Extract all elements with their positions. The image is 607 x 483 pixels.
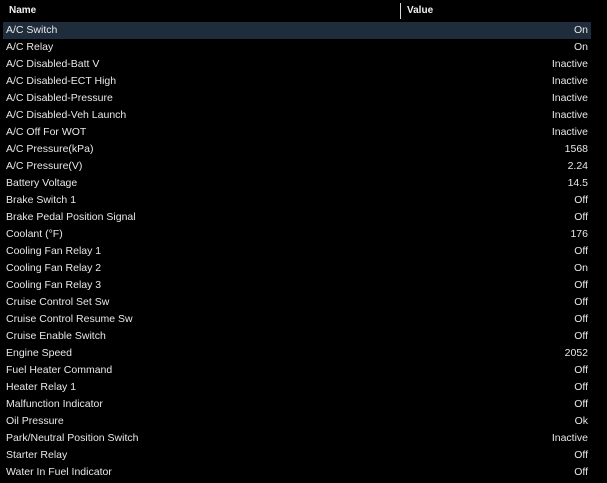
table-row[interactable]: Heater Relay 1 Off xyxy=(3,379,591,396)
table-row[interactable]: Coolant (°F) 176 xyxy=(3,226,591,243)
table-row[interactable]: Oil Pressure Ok xyxy=(3,413,591,430)
row-value: Inactive xyxy=(551,58,588,70)
row-name: A/C Pressure(kPa) xyxy=(6,143,94,155)
row-value: Inactive xyxy=(551,109,588,121)
row-value: 14.5 xyxy=(567,177,588,189)
row-name: A/C Disabled-Veh Launch xyxy=(6,109,127,121)
table-row[interactable]: Cooling Fan Relay 1 Off xyxy=(3,243,591,260)
row-name: Cooling Fan Relay 2 xyxy=(6,262,102,274)
table-row[interactable]: Battery Voltage 14.5 xyxy=(3,175,591,192)
row-name: Malfunction Indicator xyxy=(6,398,103,410)
row-value: Ok xyxy=(574,415,588,427)
row-value: 1568 xyxy=(564,143,588,155)
table-row[interactable]: A/C Disabled-Batt V Inactive xyxy=(3,56,591,73)
row-name: A/C Disabled-Pressure xyxy=(6,92,113,104)
row-value: Off xyxy=(574,466,588,478)
table-row[interactable]: Cooling Fan Relay 3 Off xyxy=(3,277,591,294)
row-value: Inactive xyxy=(551,126,588,138)
row-value: Inactive xyxy=(551,75,588,87)
row-name: Brake Pedal Position Signal xyxy=(6,211,136,223)
row-value: On xyxy=(573,262,588,274)
row-value: Off xyxy=(574,381,588,393)
row-name: A/C Off For WOT xyxy=(6,126,87,138)
column-divider[interactable] xyxy=(400,3,401,19)
table-row[interactable]: A/C Pressure(V) 2.24 xyxy=(3,158,591,175)
table-row[interactable]: A/C Switch On xyxy=(3,22,591,39)
row-value: 2052 xyxy=(564,347,588,359)
row-name: Heater Relay 1 xyxy=(6,381,77,393)
row-name: Engine Speed xyxy=(6,347,72,359)
table-row[interactable]: A/C Off For WOT Inactive xyxy=(3,124,591,141)
row-name: Starter Relay xyxy=(6,449,68,461)
row-name: Water In Fuel Indicator xyxy=(6,466,112,478)
row-value: Off xyxy=(574,245,588,257)
table-row[interactable]: Malfunction Indicator Off xyxy=(3,396,591,413)
name-column-header[interactable]: Name xyxy=(9,5,36,16)
table-row[interactable]: Cooling Fan Relay 2 On xyxy=(3,260,591,277)
row-name: Cruise Control Resume Sw xyxy=(6,313,133,325)
table-row[interactable]: Cruise Control Set Sw Off xyxy=(3,294,591,311)
row-value: Inactive xyxy=(551,92,588,104)
table-row[interactable]: Brake Pedal Position Signal Off xyxy=(3,209,591,226)
row-name: A/C Disabled-ECT High xyxy=(6,75,117,87)
row-value: Off xyxy=(574,313,588,325)
row-name: A/C Disabled-Batt V xyxy=(6,58,100,70)
row-name: Cooling Fan Relay 1 xyxy=(6,245,102,257)
row-value: Off xyxy=(574,211,588,223)
row-value: Off xyxy=(574,296,588,308)
row-value: Off xyxy=(574,449,588,461)
row-value: On xyxy=(573,24,588,36)
row-name: Oil Pressure xyxy=(6,415,64,427)
row-value: Off xyxy=(574,279,588,291)
table-row[interactable]: A/C Disabled-Pressure Inactive xyxy=(3,90,591,107)
table-row[interactable]: Cruise Control Resume Sw Off xyxy=(3,311,591,328)
table-row[interactable]: A/C Disabled-ECT High Inactive xyxy=(3,73,591,90)
table-row[interactable]: Engine Speed 2052 xyxy=(3,345,591,362)
table-header: Name Value xyxy=(0,0,607,22)
row-name: A/C Pressure(V) xyxy=(6,160,83,172)
row-name: Coolant (°F) xyxy=(6,228,63,240)
row-name: Park/Neutral Position Switch xyxy=(6,432,139,444)
table-row[interactable]: Park/Neutral Position Switch Inactive xyxy=(3,430,591,447)
table-row[interactable]: Cruise Enable Switch Off xyxy=(3,328,591,345)
row-name: Cruise Control Set Sw xyxy=(6,296,110,308)
row-value: On xyxy=(573,41,588,53)
row-name: Cooling Fan Relay 3 xyxy=(6,279,102,291)
table-row[interactable]: Brake Switch 1 Off xyxy=(3,192,591,209)
row-name: Cruise Enable Switch xyxy=(6,330,106,342)
row-value: Off xyxy=(574,398,588,410)
row-value: 2.24 xyxy=(567,160,588,172)
row-value: 176 xyxy=(570,228,588,240)
table-row[interactable]: Fuel Heater Command Off xyxy=(3,362,591,379)
data-list: A/C Switch On A/C Relay On A/C Disabled-Batt… xyxy=(3,22,591,481)
value-column-header[interactable]: Value xyxy=(407,5,433,16)
table-row[interactable]: A/C Disabled-Veh Launch Inactive xyxy=(3,107,591,124)
row-name: Brake Switch 1 xyxy=(6,194,77,206)
row-value: Off xyxy=(574,330,588,342)
row-name: A/C Switch xyxy=(6,24,58,36)
row-value: Off xyxy=(574,364,588,376)
scrollbar-gutter xyxy=(592,22,607,483)
table-row[interactable]: A/C Pressure(kPa) 1568 xyxy=(3,141,591,158)
row-name: A/C Relay xyxy=(6,41,54,53)
table-row[interactable]: A/C Relay On xyxy=(3,39,591,56)
row-name: Fuel Heater Command xyxy=(6,364,113,376)
table-row[interactable]: Starter Relay Off xyxy=(3,447,591,464)
table-row[interactable]: Water In Fuel Indicator Off xyxy=(3,464,591,481)
row-value: Off xyxy=(574,194,588,206)
row-value: Inactive xyxy=(551,432,588,444)
row-name: Battery Voltage xyxy=(6,177,78,189)
